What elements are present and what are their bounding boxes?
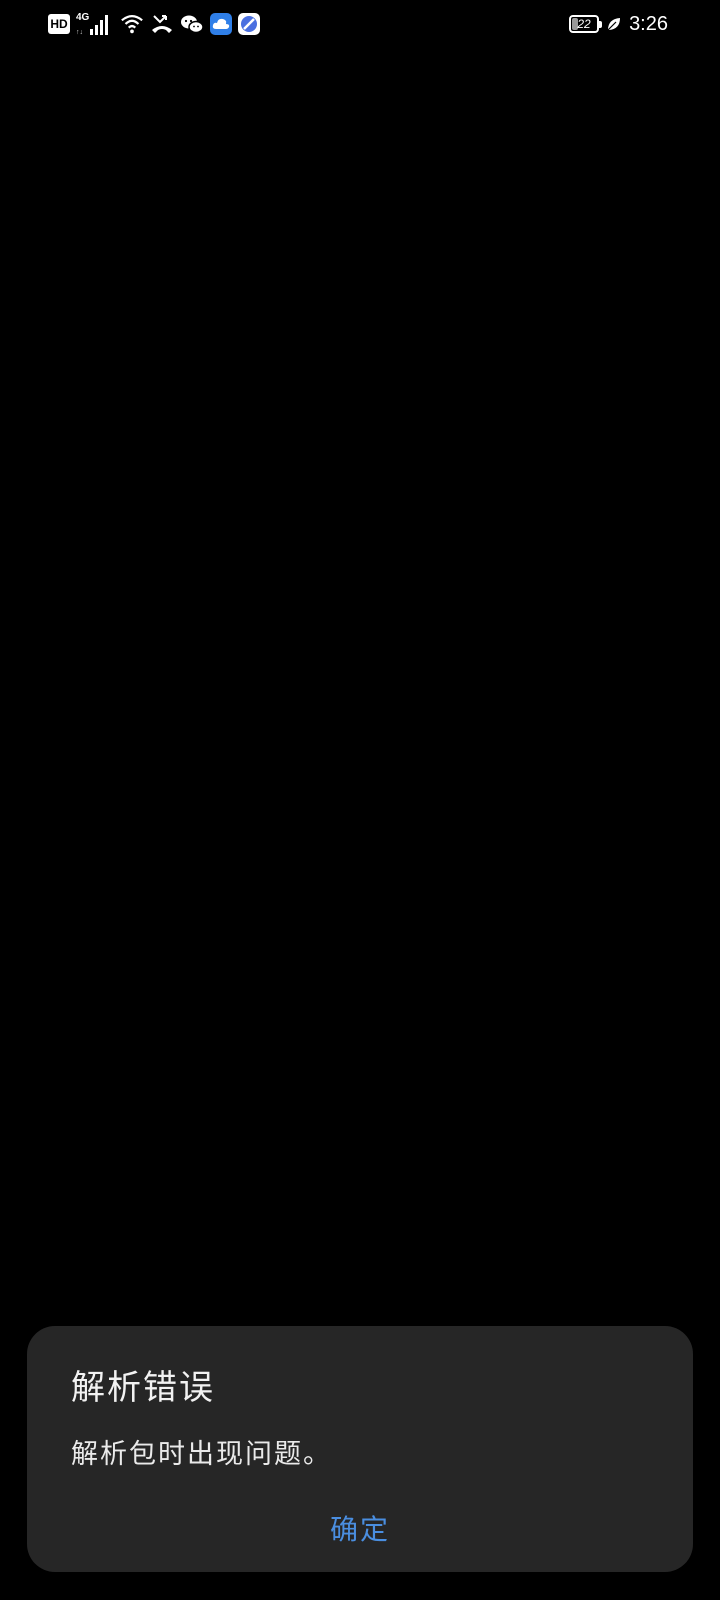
status-bar-clock: 3:26 <box>629 12 668 35</box>
browser-app-icon <box>238 13 260 35</box>
battery-icon: 22 <box>569 15 603 33</box>
status-bar: HD 4G ↑↓ 22 3:26 <box>0 0 720 48</box>
hd-icon: HD <box>48 14 70 34</box>
leaf-icon <box>605 12 623 36</box>
status-bar-right: 22 3:26 <box>569 10 668 38</box>
wifi-icon <box>120 12 144 36</box>
battery-level-text: 22 <box>577 17 591 31</box>
dialog-message: 解析包时出现问题。 <box>71 1439 332 1470</box>
missed-call-icon <box>150 12 174 36</box>
svg-text:↑↓: ↑↓ <box>76 29 83 36</box>
confirm-button[interactable]: 确定 <box>27 1508 693 1548</box>
cloud-app-icon <box>210 13 232 35</box>
status-bar-left: HD 4G ↑↓ <box>48 10 260 38</box>
wechat-icon <box>180 12 204 36</box>
dialog-title: 解析错误 <box>71 1368 215 1408</box>
parse-error-dialog: 解析错误 解析包时出现问题。 确定 <box>27 1326 693 1572</box>
hd-label: HD <box>50 17 68 31</box>
signal-4g-icon: 4G ↑↓ <box>76 12 114 36</box>
